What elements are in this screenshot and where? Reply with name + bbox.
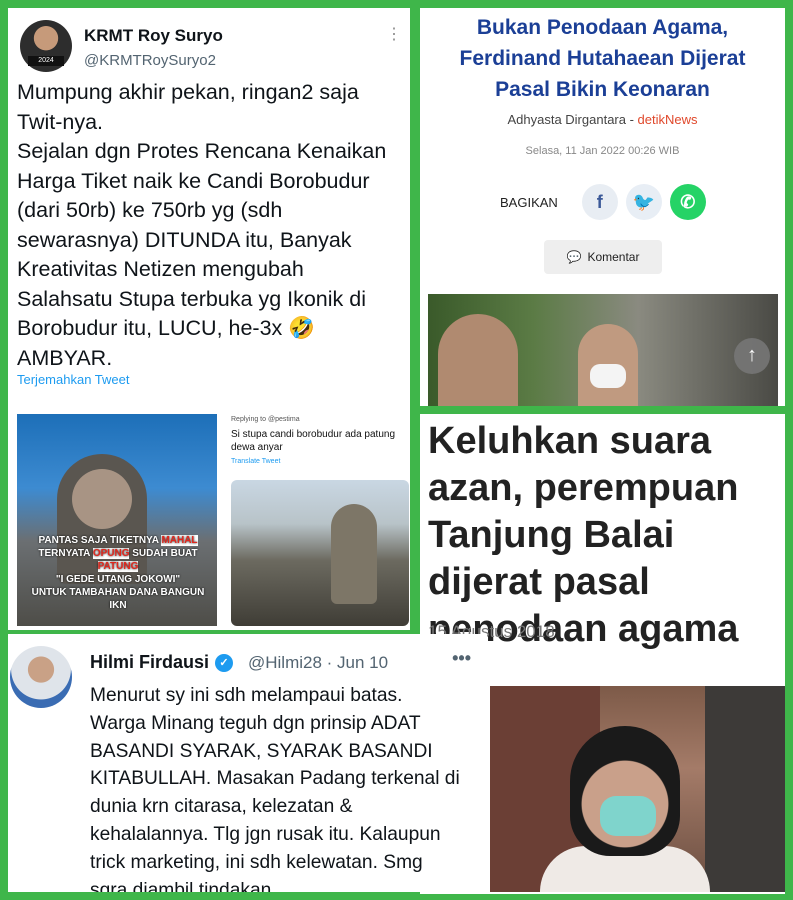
article-detiknews: Bukan Penodaan Agama, Ferdinand Hutahaea… — [420, 8, 785, 406]
article-date: Selasa, 11 Jan 2022 00:26 WIB — [525, 145, 680, 157]
article-photo-woman-mask — [490, 686, 785, 892]
tweet-media-image-right[interactable]: Replying to @pestima Si stupa candi boro… — [221, 414, 410, 626]
tweet-date[interactable]: Jun 10 — [337, 653, 388, 672]
display-name-row: Hilmi Firdausi ✓ — [90, 652, 234, 673]
embedded-translate-link: Translate Tweet — [231, 458, 281, 465]
tweet-line: (dari 50rb) ke 750rb yg (sdh — [17, 198, 283, 222]
user-handle[interactable]: @Hilmi28 — [248, 653, 322, 672]
translate-tweet-link[interactable]: Terjemahkan Tweet — [17, 372, 130, 387]
tweet-line: Borobudur itu, LUCU, he-3x 🤣 — [17, 316, 316, 340]
tweet-line: trick marketing, ini sdh kelewatan. Smg — [90, 851, 423, 873]
tweet-line: kehalalannya. Tlg jgn rusak itu. Kalaupu… — [90, 823, 441, 845]
article-title[interactable]: Keluhkan suara azan, perempuan Tanjung B… — [428, 418, 783, 653]
tweet-meta: @Hilmi28 · Jun 10 — [248, 653, 389, 672]
tweet-line: Harga Tiket naik ke Candi Borobudur — [17, 168, 370, 193]
avatar-badge: 2024 — [28, 56, 64, 66]
tweet-text: Mumpung akhir pekan, ringan2 saja Twit-n… — [17, 78, 409, 373]
meme-caption: PANTAS SAJA TIKETNYA MAHAL TERNYATA OPUN… — [31, 535, 205, 611]
display-name[interactable]: KRMT Roy Suryo — [84, 26, 223, 46]
article-byline: Adhyasta Dirgantara - detikNews — [507, 112, 698, 127]
comment-label: Komentar — [587, 250, 640, 264]
tweet-card-hilmi: Hilmi Firdausi ✓ @Hilmi28 · Jun 10 ••• M… — [8, 634, 487, 892]
comment-icon: 💬 — [566, 250, 582, 264]
tweet-line: Mumpung akhir pekan, ringan2 saja — [17, 80, 359, 104]
tweet-line: Salahsatu Stupa terbuka yg Ikonik di — [17, 286, 366, 311]
share-bar: BAGIKAN f 🐦 ✆ — [500, 184, 706, 220]
tweet-media-image-left[interactable]: PANTAS SAJA TIKETNYA MAHAL TERNYATA OPUN… — [17, 414, 217, 626]
twitter-icon[interactable]: 🐦 — [625, 184, 662, 220]
verified-badge-icon: ✓ — [215, 653, 234, 672]
tweet-line: Warga Minang teguh dgn prinsip ADAT — [90, 712, 421, 734]
avatar[interactable] — [10, 646, 72, 708]
article-photo: ↑ — [428, 294, 778, 406]
comment-button[interactable]: 💬 Komentar — [544, 240, 662, 274]
tweet-line: dunia krn citarasa, kelezatan & — [90, 796, 353, 818]
tweet-text: Menurut sy ini sdh melampaui batas. Warg… — [90, 682, 480, 892]
tweet-line: Twit-nya. — [17, 109, 104, 134]
avatar[interactable]: 2024 — [20, 20, 72, 72]
tweet-line: Menurut sy ini sdh melampaui batas. — [90, 685, 403, 706]
embedded-reply-text: Si stupa candi borobudur ada patung dewa… — [231, 429, 396, 453]
tweet-line: KITABULLAH. Masakan Padang terkenal di — [90, 768, 460, 790]
article-title[interactable]: Bukan Penodaan Agama, Ferdinand Hutahaea… — [432, 12, 773, 105]
display-name[interactable]: Hilmi Firdausi — [90, 652, 209, 673]
more-options-icon[interactable]: ••• — [452, 648, 471, 669]
scroll-to-top-icon[interactable]: ↑ — [734, 338, 770, 374]
replying-to-label: Replying to @pestima — [231, 416, 300, 423]
more-options-icon[interactable]: ⋮ — [386, 24, 402, 44]
tweet-line: Kreativitas Netizen mengubah — [17, 257, 304, 281]
tweet-line: BASANDI SYARAK, SYARAK BASANDI — [90, 740, 433, 762]
tweet-line: sewarasnya) DITUNDA itu, Banyak — [17, 227, 352, 252]
tweet-line: sgra diambil tindakan. — [90, 879, 277, 892]
borobudur-photo — [231, 480, 409, 626]
tweet-line: Sejalan dgn Protes Rencana Kenaikan — [17, 139, 387, 163]
source-name[interactable]: detikNews — [638, 112, 698, 127]
facebook-icon[interactable]: f — [581, 184, 618, 220]
share-label: BAGIKAN — [500, 194, 558, 210]
statue-face — [72, 469, 132, 529]
whatsapp-icon[interactable]: ✆ — [669, 184, 706, 220]
author-name[interactable]: Adhyasta Dirgantara — [507, 112, 626, 127]
tweet-line: AMBYAR. — [17, 345, 113, 370]
tweet-card-roy-suryo: 2024 KRMT Roy Suryo @KRMTRoySuryo2 ⋮ Mum… — [8, 8, 410, 630]
user-handle[interactable]: @KRMTRoySuryo2 — [84, 52, 216, 69]
